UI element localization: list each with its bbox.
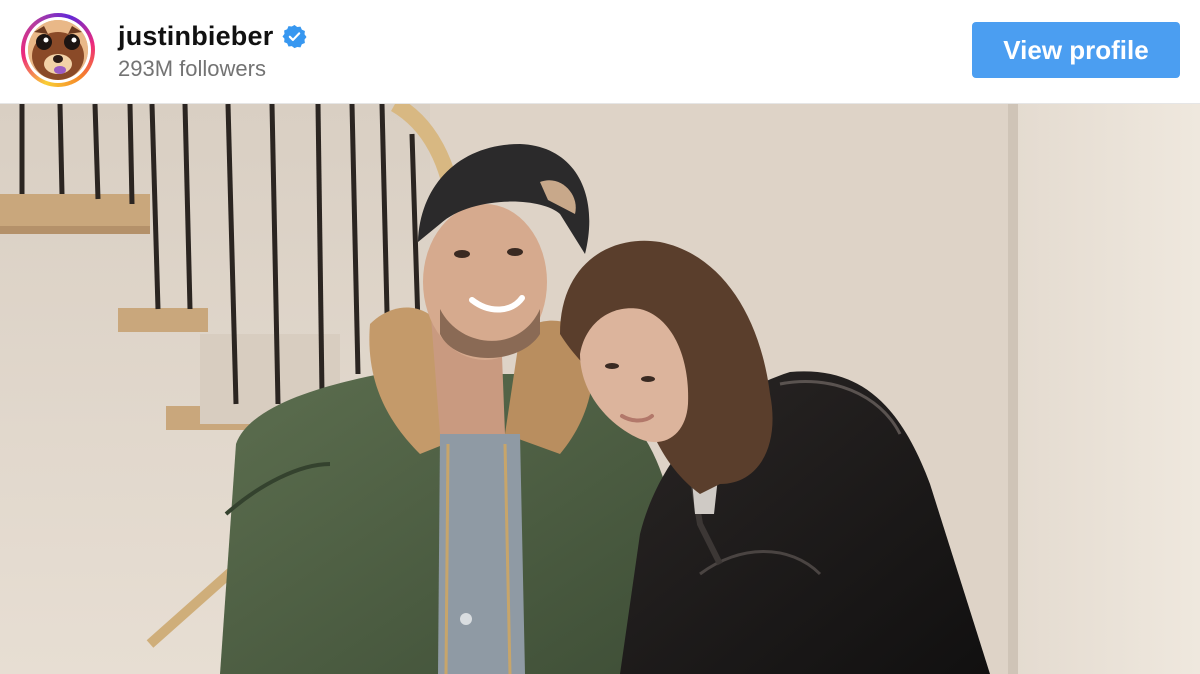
embed-header: justinbieber 293M followers View profile	[0, 0, 1200, 104]
verified-badge-icon	[282, 24, 307, 49]
avatar-story-ring[interactable]	[21, 13, 95, 87]
avatar[interactable]	[28, 20, 88, 80]
post-photo[interactable]	[0, 104, 1200, 674]
avatar-bear-icon	[28, 20, 88, 80]
username[interactable]: justinbieber	[118, 21, 273, 52]
photo-post-image-icon	[0, 104, 1200, 674]
instagram-embed: justinbieber 293M followers View profile	[0, 0, 1200, 674]
username-row: justinbieber	[118, 21, 307, 52]
view-profile-button[interactable]: View profile	[972, 22, 1180, 78]
followers-count: 293M followers	[118, 56, 266, 81]
